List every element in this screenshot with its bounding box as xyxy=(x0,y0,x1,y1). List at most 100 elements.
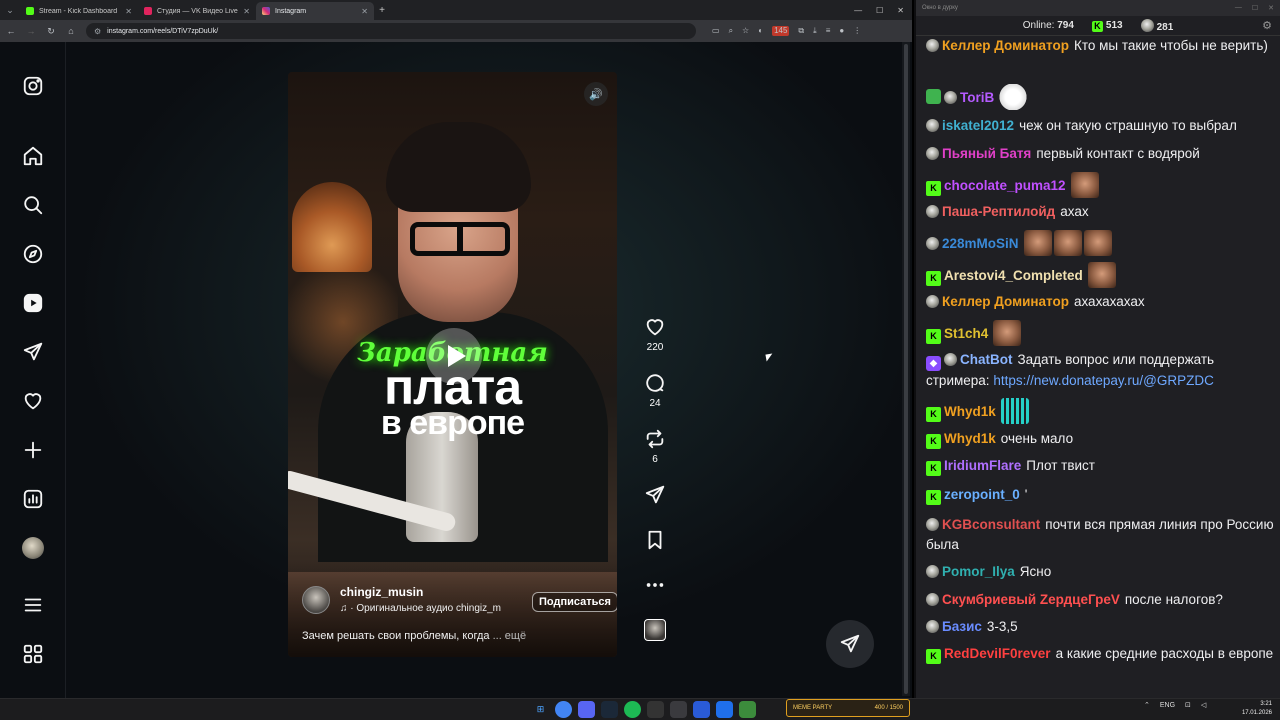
save-action[interactable] xyxy=(640,529,670,551)
discord-icon[interactable] xyxy=(578,701,595,718)
emote-face-icon xyxy=(1087,262,1116,288)
chat-message: Келлер Доминатор ахахахахах xyxy=(926,292,1276,312)
app-icon[interactable] xyxy=(670,701,687,718)
download-icon[interactable]: ⤓ xyxy=(813,26,817,36)
author-name[interactable]: chingiz_musin xyxy=(340,585,501,599)
volume-icon[interactable]: ◁ xyxy=(1201,701,1206,709)
kick-icon: K xyxy=(1091,20,1103,32)
language-indicator[interactable]: ENG xyxy=(1160,702,1175,709)
clock[interactable]: 3:21 17.01.2026 xyxy=(1240,700,1272,718)
repost-action[interactable]: 6 xyxy=(640,428,670,465)
kick-badge-icon: K xyxy=(926,461,941,476)
search-icon[interactable] xyxy=(21,193,45,217)
close-window-icon[interactable]: ✕ xyxy=(897,6,904,15)
meme-party-widget[interactable]: MEME PARTY 400 / 1500 xyxy=(786,699,910,717)
also-from-meta-icon[interactable] xyxy=(21,642,45,666)
like-action[interactable]: 220 xyxy=(640,316,670,353)
dashboard-chart-icon[interactable] xyxy=(21,487,45,511)
tab-search-icon[interactable]: ⌄ xyxy=(0,0,20,20)
taskbar: ⊞ MEME PARTY 400 / 1500 ⌃ ENG ⊡ ◁ 3:21 1… xyxy=(0,698,1280,720)
chat-message-list[interactable]: Келлер Доминатор Кто мы такие чтобы не ве… xyxy=(916,36,1280,688)
start-icon[interactable]: ⊞ xyxy=(532,701,549,718)
media-icon[interactable]: ≡ xyxy=(826,26,831,36)
play-button[interactable] xyxy=(426,328,482,384)
chat-message: KGBconsultant почти вся прямая линия про … xyxy=(926,517,1274,552)
maximize-icon[interactable]: ☐ xyxy=(876,6,883,15)
reels-icon[interactable] xyxy=(21,291,45,315)
more-menu-icon[interactable] xyxy=(21,593,45,617)
instagram-logo-icon[interactable] xyxy=(21,74,45,98)
chrome-icon[interactable] xyxy=(555,701,572,718)
page-scrollbar[interactable] xyxy=(902,42,910,696)
minimize-icon[interactable]: — xyxy=(854,6,862,15)
close-window-icon[interactable]: ✕ xyxy=(1268,4,1274,12)
chat-message: Pomor_Ilya Ясно xyxy=(926,562,1276,582)
explore-compass-icon[interactable] xyxy=(21,242,45,266)
tab-vk-studio[interactable]: Студия — VK Видео Live ✕ xyxy=(138,2,256,20)
comment-action[interactable]: 24 xyxy=(640,372,670,409)
spotify-icon[interactable] xyxy=(624,701,641,718)
telegram-icon[interactable] xyxy=(716,701,733,718)
messages-icon[interactable] xyxy=(21,340,45,364)
glasses-shape xyxy=(410,222,510,256)
obs-icon[interactable] xyxy=(647,701,664,718)
steam-icon[interactable] xyxy=(601,701,618,718)
extension-icon[interactable]: ◐ xyxy=(758,26,763,36)
close-tab-icon[interactable]: ✕ xyxy=(125,7,132,16)
install-app-icon[interactable]: ▭ xyxy=(712,26,720,36)
instagram-page: Заработная плата в европе 🔊 chingiz_musi… xyxy=(0,42,912,698)
vk-icon xyxy=(1140,18,1154,32)
back-icon[interactable]: ← xyxy=(6,26,16,36)
audio-thumbnail[interactable] xyxy=(640,619,670,641)
share-icon xyxy=(645,485,665,504)
menu-icon[interactable]: ⋮ xyxy=(853,26,861,36)
new-tab-button[interactable]: + xyxy=(374,5,390,16)
vk-badge-icon xyxy=(926,39,939,52)
vk-badge-icon xyxy=(926,565,939,578)
extension-badge[interactable]: 145 xyxy=(772,26,790,36)
vk-viewers: 281 xyxy=(1140,18,1173,33)
settings-gear-icon[interactable]: ⚙ xyxy=(1262,19,1272,32)
more-options-icon[interactable] xyxy=(640,574,670,596)
site-info-icon[interactable]: ⚙ xyxy=(94,27,101,36)
home-nav-icon[interactable] xyxy=(21,144,45,168)
emote-face-icon xyxy=(1023,230,1052,256)
profile-avatar[interactable] xyxy=(21,536,45,560)
url-field[interactable]: ⚙ instagram.com/reels/DTiV7zpDuUk/ xyxy=(86,23,696,39)
instagram-favicon-icon xyxy=(262,7,270,15)
vk-badge-icon xyxy=(926,295,939,308)
maximize-icon[interactable]: ☐ xyxy=(1252,4,1258,12)
home-icon[interactable]: ⌂ xyxy=(66,26,76,36)
forward-icon[interactable]: → xyxy=(26,26,36,36)
network-icon[interactable]: ⊡ xyxy=(1185,701,1191,709)
messages-fab-button[interactable] xyxy=(826,620,874,668)
caption-more-link[interactable]: ... ещё xyxy=(493,630,527,642)
create-plus-icon[interactable] xyxy=(21,438,45,462)
follow-button[interactable]: Подписаться xyxy=(532,592,617,612)
author-avatar[interactable] xyxy=(302,585,330,614)
minimize-icon[interactable]: — xyxy=(1235,4,1242,12)
app-icon[interactable] xyxy=(693,701,710,718)
browser-window: ⌄ Stream - Kick Dashboard ✕ Студия — VK … xyxy=(0,0,912,698)
sound-toggle-icon[interactable]: 🔊 xyxy=(584,82,608,106)
notifications-heart-icon[interactable] xyxy=(21,389,45,413)
close-tab-icon[interactable]: ✕ xyxy=(361,7,368,16)
chat-message: Скумбриевый ZердцеГреV после налогов? xyxy=(926,590,1276,610)
chat-message: 228mMoSiN xyxy=(926,230,1276,256)
close-tab-icon[interactable]: ✕ xyxy=(243,7,250,16)
bookmark-star-icon[interactable]: ☆ xyxy=(742,26,749,36)
tab-kick-dashboard[interactable]: Stream - Kick Dashboard ✕ xyxy=(20,2,138,20)
audio-info[interactable]: ♫ · Оригинальное аудио chingiz_m xyxy=(340,603,501,614)
zoom-icon[interactable]: ⌕ xyxy=(729,26,733,36)
chat-message: K St1ch4 xyxy=(926,320,1276,346)
profile-icon[interactable]: ● xyxy=(839,26,844,36)
extensions-puzzle-icon[interactable]: ⧉ xyxy=(798,26,804,36)
share-action[interactable] xyxy=(640,484,670,506)
tab-instagram[interactable]: Instagram ✕ xyxy=(256,2,374,20)
reload-icon[interactable]: ↻ xyxy=(46,26,56,37)
app-icon[interactable] xyxy=(739,701,756,718)
chat-message: ◆ ChatBot Задать вопрос или поддержать стр… xyxy=(926,352,1215,388)
donate-link[interactable]: https://new.donatepay.ru/@GRPZDC xyxy=(993,373,1214,388)
reel-video[interactable]: Заработная плата в европе 🔊 chingiz_musi… xyxy=(288,72,617,657)
tray-chevron-icon[interactable]: ⌃ xyxy=(1144,701,1150,709)
